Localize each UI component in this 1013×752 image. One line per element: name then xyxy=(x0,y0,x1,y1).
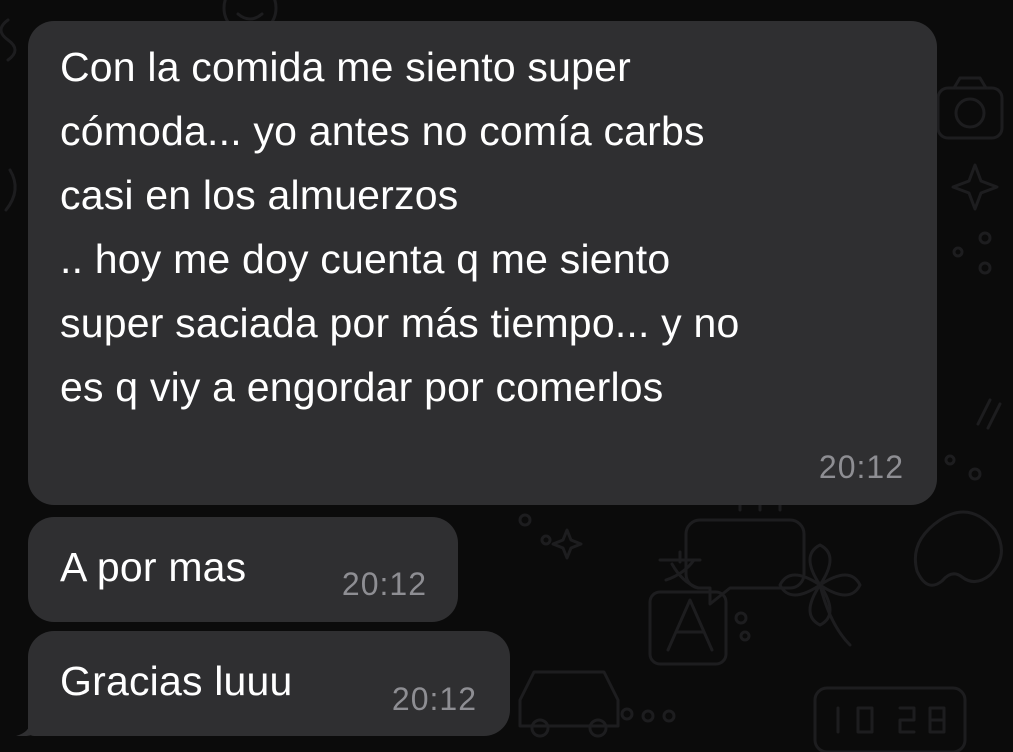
message-timestamp: 20:12 xyxy=(391,681,477,717)
message-timestamp: 20:12 xyxy=(818,449,904,485)
car-icon xyxy=(518,670,620,738)
clock-icon xyxy=(813,686,967,752)
chat-bubble-icon xyxy=(684,498,806,606)
palette-icon xyxy=(913,510,1003,587)
message-bubble-incoming[interactable]: Con la comida me siento super cómoda... … xyxy=(28,21,937,505)
camera-icon xyxy=(936,76,1004,140)
message-text: Con la comida me siento super cómoda... … xyxy=(60,44,740,410)
message-bubble-incoming[interactable]: A por mas 20:12 xyxy=(28,517,458,622)
clover-icon xyxy=(778,543,862,647)
translate-icon xyxy=(648,550,728,666)
message-bubble-incoming[interactable]: Gracias luuu 20:12 xyxy=(28,631,510,736)
message-timestamp: 20:12 xyxy=(341,566,427,602)
